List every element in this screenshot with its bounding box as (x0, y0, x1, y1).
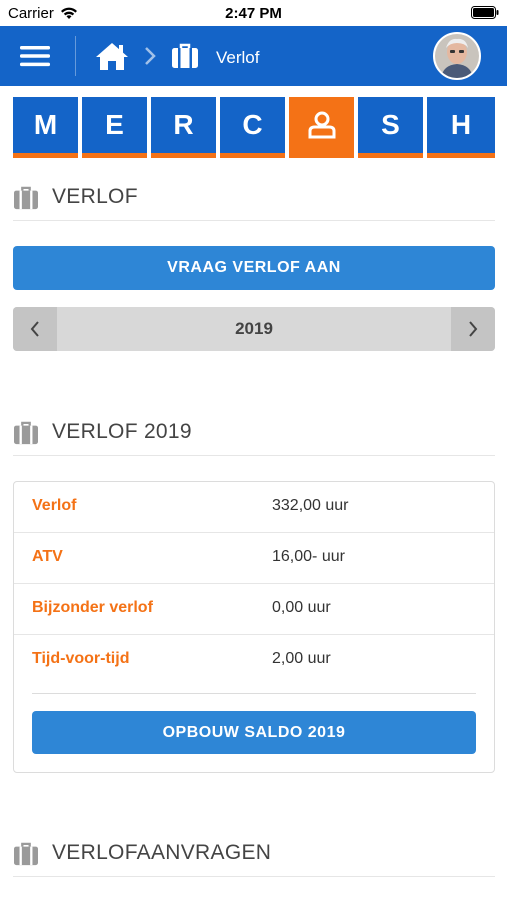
tab-m-letter: M (33, 109, 58, 140)
hamburger-menu-icon[interactable] (18, 42, 54, 70)
section-aanvragen-header: VERLOFAANVRAGEN (13, 832, 495, 877)
build-balance-button[interactable]: OPBOUW SALDO 2019 (32, 711, 476, 754)
card-divider (32, 693, 476, 694)
chevron-right-icon (469, 321, 478, 337)
balance-row: Bijzonder verlof 0,00 uur (14, 584, 494, 635)
tab-c-letter: C (242, 109, 263, 140)
user-avatar[interactable] (433, 32, 481, 80)
header-divider (75, 36, 76, 76)
balance-label: Bijzonder verlof (32, 599, 153, 616)
briefcase-icon (14, 842, 38, 866)
battery-icon (471, 6, 499, 19)
briefcase-icon (14, 421, 38, 445)
breadcrumb-chevron-icon (145, 47, 156, 65)
module-tabs: M E R C S H (13, 97, 495, 159)
tab-r-letter: R (173, 109, 194, 140)
balance-label: ATV (32, 548, 63, 565)
chevron-left-icon (30, 321, 39, 337)
selected-year: 2019 (235, 319, 273, 338)
balance-value: 16,00- uur (272, 548, 345, 565)
briefcase-icon (172, 43, 198, 68)
tab-r[interactable]: R (151, 97, 216, 158)
balance-value: 0,00 uur (272, 599, 331, 616)
tab-s-letter: S (381, 109, 400, 140)
person-icon (308, 111, 335, 139)
tab-e[interactable]: E (82, 97, 147, 158)
status-bar: Carrier 2:47 PM (0, 0, 507, 26)
briefcase-icon (14, 186, 38, 210)
balance-value: 2,00 uur (272, 650, 331, 667)
tab-h[interactable]: H (427, 97, 495, 158)
tab-e-letter: E (105, 109, 124, 140)
breadcrumb-current[interactable]: Verlof (216, 48, 259, 68)
balance-label: Tijd-voor-tijd (32, 650, 130, 667)
balance-row: Tijd-voor-tijd 2,00 uur (14, 635, 494, 685)
section-title: VERLOF (52, 185, 138, 208)
request-leave-button[interactable]: VRAAG VERLOF AAN (13, 246, 495, 290)
section-verlof-year-header: VERLOF 2019 (13, 411, 495, 456)
home-icon[interactable] (94, 40, 130, 72)
previous-year-button[interactable] (13, 307, 57, 351)
app-header: Verlof (0, 26, 507, 86)
next-year-button[interactable] (451, 307, 495, 351)
section-verlof-header: VERLOF (13, 176, 495, 221)
avatar-image (435, 34, 479, 78)
balance-card: Verlof 332,00 uur ATV 16,00- uur Bijzond… (13, 481, 495, 773)
tab-s[interactable]: S (358, 97, 423, 158)
balance-label: Verlof (32, 497, 77, 514)
section-title: VERLOF 2019 (52, 420, 192, 443)
tab-person[interactable] (289, 97, 354, 158)
section-title: VERLOFAANVRAGEN (52, 841, 272, 864)
clock: 2:47 PM (225, 5, 282, 22)
balance-value: 332,00 uur (272, 497, 349, 514)
tab-m[interactable]: M (13, 97, 78, 158)
tab-c[interactable]: C (220, 97, 285, 158)
balance-row: ATV 16,00- uur (14, 533, 494, 584)
balance-row: Verlof 332,00 uur (14, 482, 494, 533)
tab-h-letter: H (450, 109, 472, 140)
year-selector: 2019 (13, 307, 495, 351)
